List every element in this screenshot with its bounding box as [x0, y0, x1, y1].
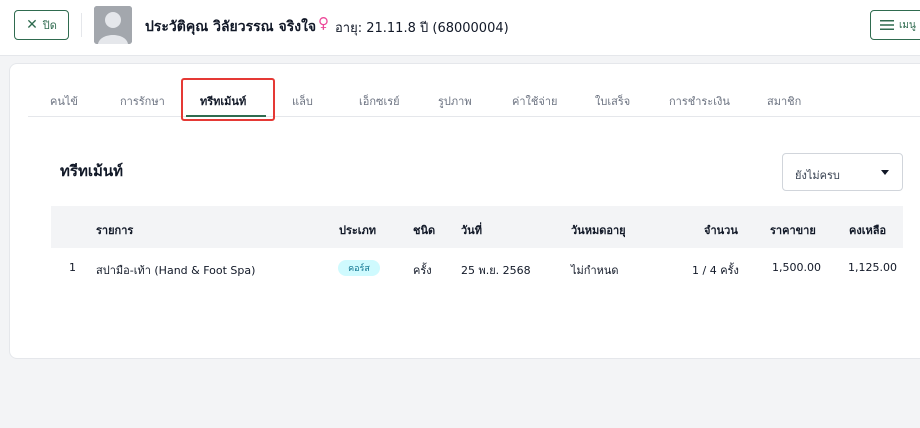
- chevron-down-icon: [881, 170, 889, 175]
- row-number: 1: [69, 261, 76, 274]
- tab-patient[interactable]: คนไข้: [50, 92, 78, 110]
- header-divider: [81, 13, 82, 37]
- close-button[interactable]: ✕ ปิด: [14, 10, 69, 40]
- row-balance: 1,125.00: [848, 261, 897, 274]
- header-bar: ✕ ปิด ประวัติคุณ วิลัยวรรณ จริงใจ ♀ อายุ…: [0, 0, 920, 56]
- tab-payments[interactable]: การชำระเงิน: [669, 92, 730, 110]
- patient-age-id: อายุ: 21.11.8 ปี (68000004): [335, 21, 509, 36]
- tab-members[interactable]: สมาชิก: [767, 92, 801, 110]
- tab-bar: คนไข้ การรักษา ทรีทเม้นท์ แล็บ เอ็กซเรย์…: [28, 80, 920, 117]
- row-item: สปามือ-เท้า (Hand & Foot Spa): [96, 264, 256, 277]
- tab-treatment-history[interactable]: การรักษา: [120, 92, 165, 110]
- col-header-price: ราคาขาย: [770, 224, 816, 237]
- tab-lab[interactable]: แล็บ: [292, 92, 313, 110]
- status-filter-select[interactable]: ยังไม่ครบ: [782, 153, 903, 191]
- col-header-expiry: วันหมดอายุ: [571, 224, 626, 237]
- tab-photos[interactable]: รูปภาพ: [438, 92, 472, 110]
- hamburger-icon: [880, 20, 894, 30]
- col-header-unit: ชนิด: [413, 224, 436, 237]
- row-price: 1,500.00: [772, 261, 821, 274]
- avatar: [94, 6, 132, 44]
- tab-expenses[interactable]: ค่าใช้จ่าย: [512, 92, 557, 110]
- col-header-item: รายการ: [96, 224, 134, 237]
- user-silhouette-icon: [94, 6, 132, 44]
- col-header-quantity: จำนวน: [704, 224, 738, 237]
- menu-label: เมนู: [899, 19, 916, 31]
- close-label: ปิด: [42, 19, 57, 32]
- female-icon: ♀: [318, 14, 329, 32]
- category-badge: คอร์ส: [338, 260, 380, 276]
- col-header-category: ประเภท: [339, 224, 377, 237]
- row-date: 25 พ.ย. 2568: [461, 264, 531, 277]
- active-tab-highlight-box: [181, 78, 275, 121]
- col-header-date: วันที่: [461, 224, 482, 237]
- col-header-balance: คงเหลือ: [849, 224, 887, 237]
- menu-button[interactable]: เมนู: [870, 10, 920, 40]
- row-unit: ครั้ง: [413, 264, 432, 277]
- row-expiry: ไม่กำหนด: [571, 264, 619, 277]
- patient-name: ประวัติคุณ วิลัยวรรณ จริงใจ: [145, 19, 317, 35]
- close-icon: ✕: [26, 17, 38, 33]
- section-title: ทรีทเม้นท์: [60, 162, 123, 180]
- tab-xray[interactable]: เอ็กซเรย์: [359, 92, 400, 110]
- filter-selected-value: ยังไม่ครบ: [795, 169, 840, 182]
- tab-receipts[interactable]: ใบเสร็จ: [595, 92, 630, 110]
- row-quantity: 1 / 4 ครั้ง: [692, 264, 739, 277]
